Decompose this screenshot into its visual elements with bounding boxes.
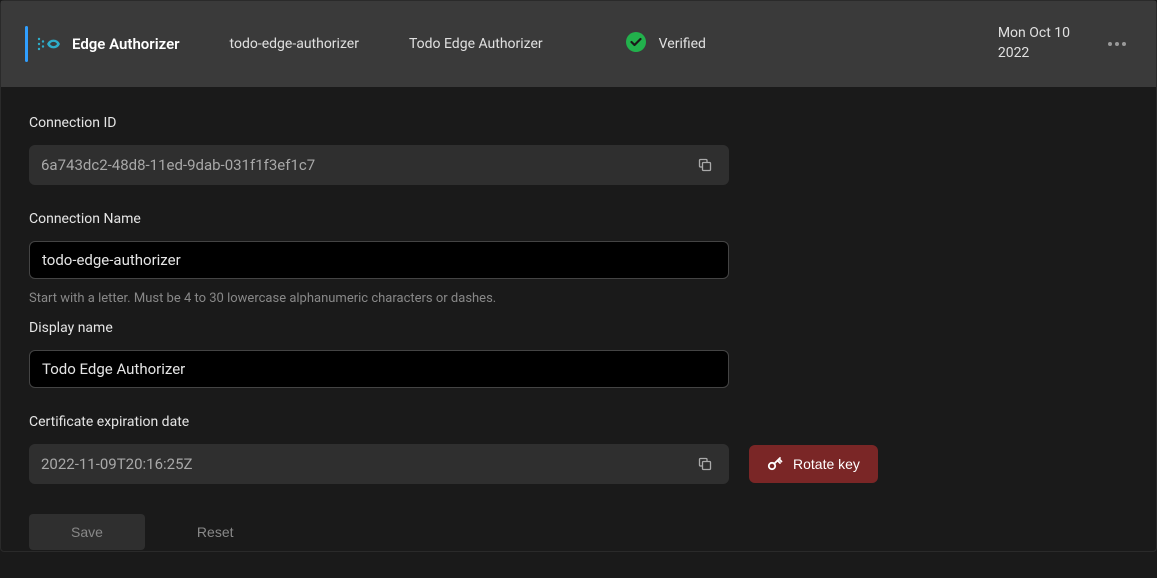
header-bar: Edge Authorizer todo-edge-authorizer Tod… xyxy=(1,1,1156,87)
app-logo-icon xyxy=(36,31,62,57)
display-name-label: Display name xyxy=(29,320,1128,336)
display-name-input[interactable] xyxy=(29,350,729,388)
save-button[interactable]: Save xyxy=(29,514,145,550)
cert-expiration-field: 2022-11-09T20:16:25Z xyxy=(29,444,729,484)
connection-name-input[interactable] xyxy=(29,241,729,279)
more-options-button[interactable] xyxy=(1102,36,1132,52)
rotate-key-button[interactable]: Rotate key xyxy=(749,445,878,483)
connection-id-label: Connection ID xyxy=(29,115,1128,131)
header-date: Mon Oct 10 2022 xyxy=(998,24,1070,63)
connection-id-value: 6a743dc2-48d8-11ed-9dab-031f1f3ef1c7 xyxy=(41,156,693,174)
header-accent xyxy=(25,26,28,62)
header-connection-name: todo-edge-authorizer xyxy=(230,36,359,52)
header-title: Edge Authorizer xyxy=(72,35,180,53)
copy-icon[interactable] xyxy=(693,452,717,476)
connection-name-label: Connection Name xyxy=(29,211,1128,227)
reset-button[interactable]: Reset xyxy=(197,524,234,540)
cert-expiration-value: 2022-11-09T20:16:25Z xyxy=(41,455,693,473)
cert-expiration-label: Certificate expiration date xyxy=(29,414,1128,430)
key-icon xyxy=(767,455,783,474)
content-area: Connection ID 6a743dc2-48d8-11ed-9dab-03… xyxy=(1,87,1156,578)
connection-name-help: Start with a letter. Must be 4 to 30 low… xyxy=(29,291,1128,306)
status-indicator: Verified xyxy=(625,31,706,57)
status-text: Verified xyxy=(659,36,706,52)
copy-icon[interactable] xyxy=(693,153,717,177)
check-circle-icon xyxy=(625,31,647,57)
header-display-name: Todo Edge Authorizer xyxy=(409,36,543,52)
connection-id-field: 6a743dc2-48d8-11ed-9dab-031f1f3ef1c7 xyxy=(29,145,729,185)
